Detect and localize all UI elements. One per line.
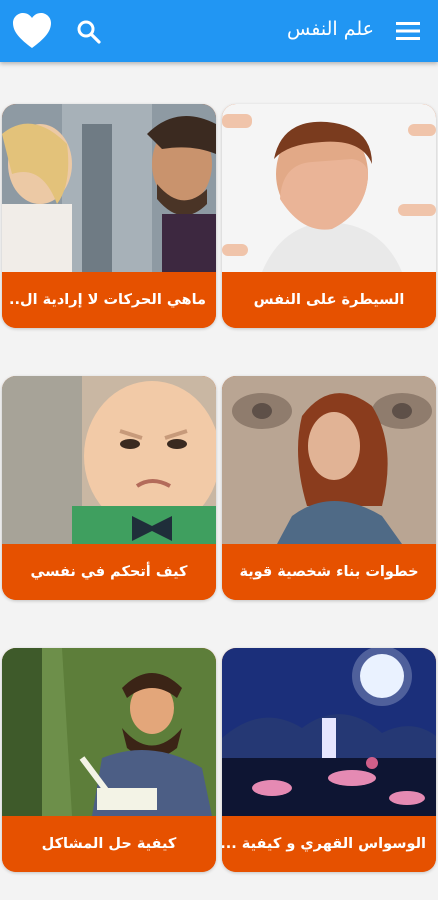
topic-card-involuntary-movements[interactable]: ماهي الحركات لا إرادية ال..	[2, 104, 216, 328]
card-image-man-covering-face	[222, 104, 436, 272]
card-label: ماهي الحركات لا إرادية ال..	[2, 272, 216, 328]
app-bar: علم النفس	[0, 0, 438, 62]
card-label: السيطرة على النفس	[222, 272, 436, 328]
card-image-writer-with-quill	[2, 648, 216, 816]
topic-card-self-control[interactable]: السيطرة على النفس	[222, 104, 436, 328]
card-label: كيف أتحكم في نفسي	[2, 544, 216, 600]
card-image-couple-talking	[2, 104, 216, 272]
topic-card-ocd[interactable]: الوسواس القهري و كيفية ...	[222, 648, 436, 872]
card-label: الوسواس القهري و كيفية ...	[222, 816, 436, 872]
topic-card-strong-personality[interactable]: خطوات بناء شخصية قوية	[222, 376, 436, 600]
card-image-angry-baby	[2, 376, 216, 544]
menu-icon[interactable]	[396, 20, 420, 42]
search-icon[interactable]	[76, 19, 102, 45]
topic-card-problem-solving[interactable]: كيفية حل المشاكل	[2, 648, 216, 872]
card-image-night-moon-scene	[222, 648, 436, 816]
card-label: كيفية حل المشاكل	[2, 816, 216, 872]
card-image-woman-with-lion	[222, 376, 436, 544]
heart-icon[interactable]	[12, 12, 52, 50]
card-label: خطوات بناء شخصية قوية	[222, 544, 436, 600]
topic-card-control-myself[interactable]: كيف أتحكم في نفسي	[2, 376, 216, 600]
app-title: علم النفس	[287, 18, 374, 40]
